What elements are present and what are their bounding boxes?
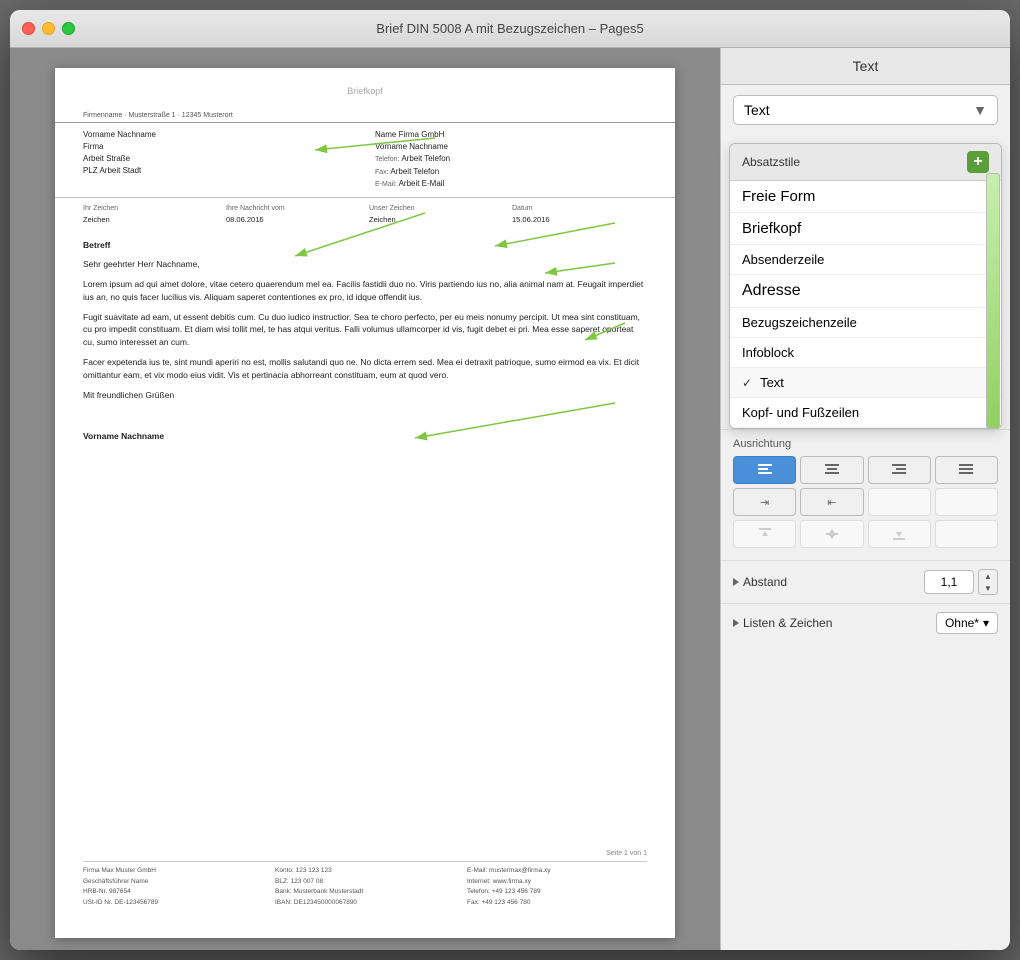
body-paragraph-2: Fugit suavitate ad eam, ut essent debiti… [83, 311, 647, 349]
abstand-label: Abstand [733, 575, 787, 589]
listen-dropdown-arrow-icon: ▾ [983, 616, 989, 630]
abstand-input[interactable] [924, 570, 974, 594]
alignment-row-3 [733, 520, 998, 548]
absatzstile-header: Absatzstile + [730, 144, 1001, 181]
align-ghost-3 [935, 520, 998, 548]
listen-triangle-icon [733, 619, 739, 627]
address-block: Vorname Nachname Firma Arbeit Straße PLZ… [55, 123, 675, 197]
style-item-kopf-fusszeilen[interactable]: Kopf- und Fußzeilen [730, 398, 1001, 428]
absatzstile-container: Absatzstile + Freie Form Briefkopf Absen… [729, 143, 1002, 429]
alignment-section: Ausrichtung ⇥ [721, 429, 1010, 560]
minimize-button[interactable] [42, 22, 55, 35]
absatzstile-scrollbar [986, 173, 1000, 429]
titlebar: Brief DIN 5008 A mit Bezugszeichen – Pag… [10, 10, 1010, 48]
style-item-bezugszeichenzeile[interactable]: Bezugszeichenzeile [730, 308, 1001, 338]
address-right: Name Firma GmbH Vorname Nachname Telefon… [375, 129, 647, 191]
panel-section-text: Text ▼ [721, 85, 1010, 143]
align-center-button[interactable] [800, 456, 863, 484]
indent-right-button[interactable]: ⇤ [800, 488, 863, 516]
style-item-absenderzeile[interactable]: Absenderzeile [730, 245, 1001, 275]
document-area[interactable]: Briefkopf Firmenname · Musterstraße 1 · … [10, 48, 720, 950]
align-right-button[interactable] [868, 456, 931, 484]
main-content: Briefkopf Firmenname · Musterstraße 1 · … [10, 48, 1010, 950]
style-item-infoblock[interactable]: Infoblock [730, 338, 1001, 368]
absatzstile-section: Absatzstile + Freie Form Briefkopf Absen… [721, 143, 1010, 429]
valign-mid-button [800, 520, 863, 548]
abstand-section: Abstand ▲ ▼ [721, 560, 1010, 603]
sender-line: Firmenname · Musterstraße 1 · 12345 Must… [55, 112, 675, 123]
style-item-text[interactable]: Text [730, 368, 1001, 398]
document-page: Briefkopf Firmenname · Musterstraße 1 · … [55, 68, 675, 938]
abstand-increment[interactable]: ▲ [979, 570, 997, 582]
traffic-lights [22, 22, 75, 35]
body-paragraph-3: Facer expetenda ius te, sint mundi aperi… [83, 356, 647, 382]
text-tab[interactable]: Text [721, 48, 1010, 85]
abstand-row: Abstand ▲ ▼ [733, 569, 998, 595]
close-button[interactable] [22, 22, 35, 35]
indent-left-button[interactable]: ⇥ [733, 488, 796, 516]
alignment-row-2: ⇥ ⇤ [733, 488, 998, 516]
address-left: Vorname Nachname Firma Arbeit Straße PLZ… [83, 129, 355, 191]
absatzstile-title: Absatzstile [742, 155, 800, 169]
salutation: Sehr geehrter Herr Nachname, [83, 258, 647, 271]
reference-line: Ihr Zeichen Zeichen Ihre Nachricht vom 0… [55, 197, 675, 231]
abstand-triangle-icon [733, 578, 739, 586]
listen-dropdown[interactable]: Ohne* ▾ [936, 612, 998, 634]
briefkopf-area: Briefkopf [55, 68, 675, 104]
valign-top-button [733, 520, 796, 548]
listen-row: Listen & Zeichen Ohne* ▾ [733, 612, 998, 634]
window-title: Brief DIN 5008 A mit Bezugszeichen – Pag… [376, 21, 643, 36]
abstand-stepper: ▲ ▼ [978, 569, 998, 595]
subject: Betreff [83, 239, 647, 252]
right-panel: Text Text ▼ Absatzstile + [720, 48, 1010, 950]
listen-label: Listen & Zeichen [733, 616, 832, 630]
style-item-adresse[interactable]: Adresse [730, 275, 1001, 308]
align-left-button[interactable] [733, 456, 796, 484]
align-ghost-1 [868, 488, 931, 516]
ausrichtung-label: Ausrichtung [733, 438, 998, 450]
window: Brief DIN 5008 A mit Bezugszeichen – Pag… [10, 10, 1010, 950]
page-footer: Seite 1 von 1 Firma Max Muster GmbH Gesc… [55, 850, 675, 908]
listen-section: Listen & Zeichen Ohne* ▾ [721, 603, 1010, 642]
style-item-freie-form[interactable]: Freie Form [730, 181, 1001, 213]
closing: Mit freundlichen Grüßen [83, 389, 647, 402]
add-style-button[interactable]: + [967, 151, 989, 173]
dropdown-arrow-icon: ▼ [973, 102, 987, 118]
scroll-indicator[interactable] [986, 173, 1000, 429]
signature: Vorname Nachname [83, 430, 647, 443]
valign-bot-button [868, 520, 931, 548]
footer-line: Firma Max Muster GmbH Geschäftsführer Na… [83, 861, 647, 908]
letter-body: Betreff Sehr geehrter Herr Nachname, Lor… [55, 231, 675, 458]
maximize-button[interactable] [62, 22, 75, 35]
style-item-briefkopf[interactable]: Briefkopf [730, 213, 1001, 245]
page-number: Seite 1 von 1 [83, 850, 647, 857]
text-style-dropdown[interactable]: Text ▼ [733, 95, 998, 125]
alignment-row-1 [733, 456, 998, 484]
body-paragraph-1: Lorem ipsum ad qui amet dolore, vitae ce… [83, 278, 647, 304]
briefkopf-placeholder: Briefkopf [347, 86, 383, 96]
align-ghost-2 [935, 488, 998, 516]
align-justify-button[interactable] [935, 456, 998, 484]
abstand-decrement[interactable]: ▼ [979, 582, 997, 594]
